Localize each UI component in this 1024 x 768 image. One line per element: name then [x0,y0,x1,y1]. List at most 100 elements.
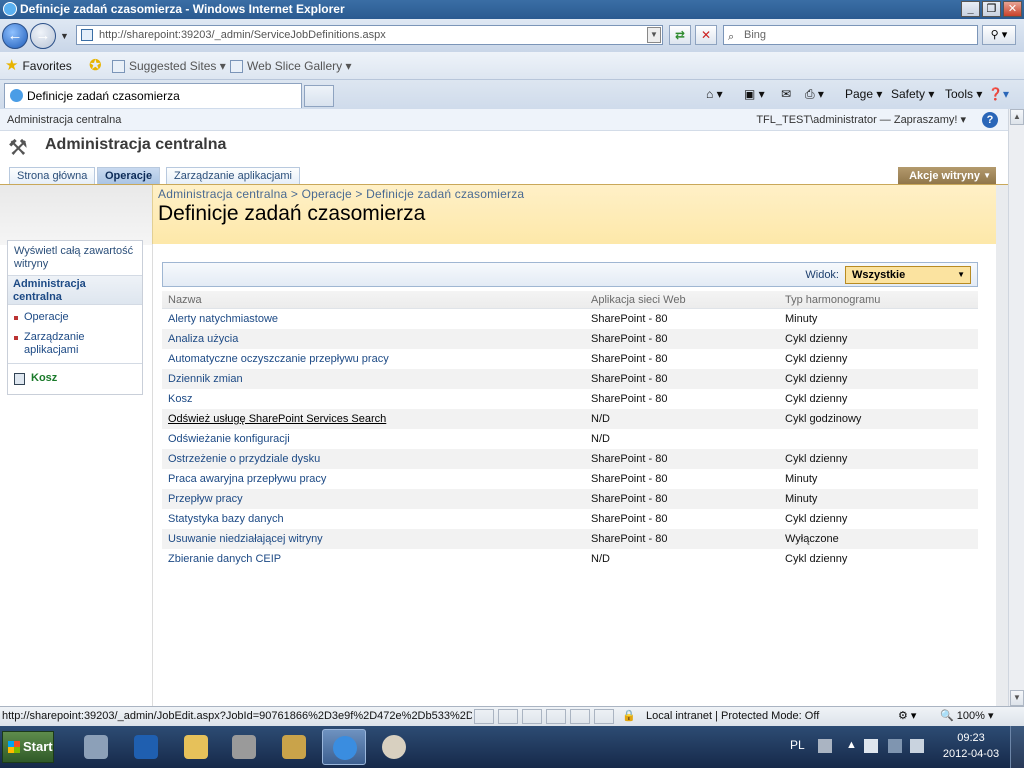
job-name-link[interactable]: Dziennik zmian [168,369,243,389]
page-menu[interactable]: Page ▾ [845,80,882,109]
job-name-link[interactable]: Automatyczne oczyszczanie przepływu prac… [168,349,389,369]
left-nav-heading[interactable]: Administracja centralna [8,275,142,305]
taskbar-powershell[interactable] [124,729,168,765]
server-manager-icon [84,735,108,759]
column-header-web-application[interactable]: Aplikacja sieci Web [591,291,686,309]
new-tab-button[interactable] [304,85,334,107]
back-button[interactable]: ← [2,23,28,49]
taskbar-paint[interactable] [372,729,416,765]
table-row[interactable]: Usuwanie niedziałającej witryny SharePoin… [162,529,978,549]
web-slice-gallery-link[interactable]: Web Slice Gallery ▾ [230,52,352,80]
taskbar-admin-tools[interactable] [222,729,266,765]
volume-muted-icon[interactable] [910,739,924,753]
sp-help-icon[interactable]: ? [982,112,998,128]
language-indicator[interactable]: PL [790,738,805,752]
job-name-link[interactable]: Przepływ pracy [168,489,243,509]
address-input[interactable]: http://sharepoint:39203/_admin/ServiceJo… [76,25,663,45]
window-title-bar[interactable]: Definicje zadań czasomierza - Windows In… [0,0,1024,19]
security-zone[interactable]: Local intranet | Protected Mode: Off [646,707,819,726]
job-name-link[interactable]: Odświeżanie konfiguracji [168,429,290,449]
keyboard-icon[interactable] [818,739,832,753]
tab-operations[interactable]: Operacje [97,167,161,185]
taskbar-sharepoint-tool[interactable] [272,729,316,765]
job-name-link[interactable]: Alerty natychmiastowe [168,309,278,329]
table-row[interactable]: Dziennik zmian SharePoint - 80 Cykl dzienn… [162,369,978,389]
start-button[interactable]: Start [2,731,54,763]
job-name-link[interactable]: Kosz [168,389,192,409]
forward-arrow-icon: → [35,27,51,44]
home-icon[interactable]: ⌂ ▾ [706,80,723,109]
print-icon[interactable]: ⎙ ▾ [805,80,824,109]
stop-button[interactable]: ✕ [695,25,717,45]
history-dropdown-icon[interactable]: ▼ [60,31,69,41]
column-header-name[interactable]: Nazwa [168,291,202,309]
maximize-button[interactable]: ❐ [982,1,1001,17]
job-name-link[interactable]: Ostrzeżenie o przydziale dysku [168,449,320,469]
safety-menu[interactable]: Safety ▾ [891,80,934,109]
read-mail-icon[interactable]: ✉ [781,80,791,109]
job-name-link[interactable]: Praca awaryjna przepływu pracy [168,469,326,489]
view-all-content-link[interactable]: Wyświetl całą zawartość witryny [14,245,138,271]
scroll-down-icon[interactable]: ▼ [1010,690,1024,706]
minimize-button[interactable]: _ [961,1,980,17]
network-icon[interactable] [888,739,902,753]
tools-menu[interactable]: Tools ▾ [945,80,982,109]
tab-application-management[interactable]: Zarządzanie aplikacjami [166,167,300,185]
search-input[interactable]: ⌕ Bing [723,25,978,45]
breadcrumb[interactable]: Administracja centralna > Operacje > Def… [158,187,524,201]
left-nav-item-application-management[interactable]: Zarządzanie aplikacjami [13,331,137,357]
table-row[interactable]: Alerty natychmiastowe SharePoint - 80 Minu… [162,309,978,329]
help-menu-icon[interactable]: ❓▾ [988,80,1009,109]
job-name-link[interactable]: Usuwanie niedziałającej witryny [168,529,323,549]
browser-tab[interactable]: Definicje zadań czasomierza [4,83,302,108]
job-name-link[interactable]: Analiza użycia [168,329,238,349]
job-name-link[interactable]: Statystyka bazy danych [168,509,284,529]
job-name-link[interactable]: Zbieranie danych CEIP [168,549,281,569]
sp-top-site-link[interactable]: Administracja centralna [7,109,121,131]
table-row[interactable]: Zbieranie danych CEIP N/D Cykl dzienny [162,549,978,569]
suggested-sites-link[interactable]: Suggested Sites ▾ [112,52,226,80]
flag-icon[interactable] [864,739,878,753]
refresh-button[interactable]: ⇄ [669,25,691,45]
rss-feeds-icon[interactable]: ▣ ▾ [744,80,765,109]
recycle-bin-link[interactable]: Kosz [8,363,142,394]
status-panel [570,709,590,724]
site-title[interactable]: Administracja centralna [45,136,226,154]
favorites-button[interactable]: ★ Favorites [5,52,72,80]
add-favorites-button[interactable]: ✪ [89,52,102,80]
user-welcome-menu[interactable]: TFL_TEST\administrator — Zapraszamy! ▾ [756,109,966,131]
vertical-scrollbar[interactable]: ▲ ▼ [1008,109,1024,706]
address-dropdown-icon[interactable]: ▼ [647,27,661,43]
table-row[interactable]: Automatyczne oczyszczanie przepływu prac… [162,349,978,369]
table-row[interactable]: Kosz SharePoint - 80 Cykl dzienny [162,389,978,409]
table-row[interactable]: Odśwież usługę SharePoint Services Searc… [162,409,978,429]
add-ons-icon[interactable]: ⚙ ▾ [898,707,916,726]
table-row[interactable]: Przepływ pracy SharePoint - 80 Minuty [162,489,978,509]
forward-button[interactable]: → [30,23,56,49]
table-row[interactable]: Analiza użycia SharePoint - 80 Cykl dzienn… [162,329,978,349]
web-application-cell: N/D [591,433,610,445]
scroll-up-icon[interactable]: ▲ [1010,109,1024,125]
taskbar-explorer[interactable] [174,729,218,765]
job-name-link[interactable]: Odśwież usługę SharePoint Services Searc… [168,409,386,429]
table-row[interactable]: Statystyka bazy danych SharePoint - 80 Cyk… [162,509,978,529]
column-header-schedule-type[interactable]: Typ harmonogramu [785,291,880,309]
table-row[interactable]: Odświeżanie konfiguracji N/D [162,429,978,449]
tab-home[interactable]: Strona główna [9,167,96,185]
taskbar-server-manager[interactable] [74,729,118,765]
taskbar-internet-explorer[interactable] [322,729,366,765]
web-slice-icon [230,59,243,73]
zoom-level[interactable]: 🔍 100% ▾ [940,707,993,726]
search-go-button[interactable]: ⚲ ▾ [982,25,1016,45]
view-select[interactable]: Wszystkie ▼ [845,266,971,284]
protected-mode-icon[interactable]: 🔒 [622,707,636,726]
clock[interactable]: 09:23 2012-04-03 [940,730,1002,762]
site-actions-menu[interactable]: Akcje witryny ▼ [898,167,996,185]
table-row[interactable]: Ostrzeżenie o przydziale dysku SharePoint… [162,449,978,469]
close-button[interactable]: ✕ [1003,1,1022,17]
show-hidden-icons-icon[interactable]: ▲ [846,739,860,753]
table-row[interactable]: Praca awaryjna przepływu pracy SharePoint… [162,469,978,489]
recycle-bin-label: Kosz [31,372,58,384]
left-nav-item-operations[interactable]: Operacje [13,311,137,324]
show-desktop-button[interactable] [1010,726,1024,768]
